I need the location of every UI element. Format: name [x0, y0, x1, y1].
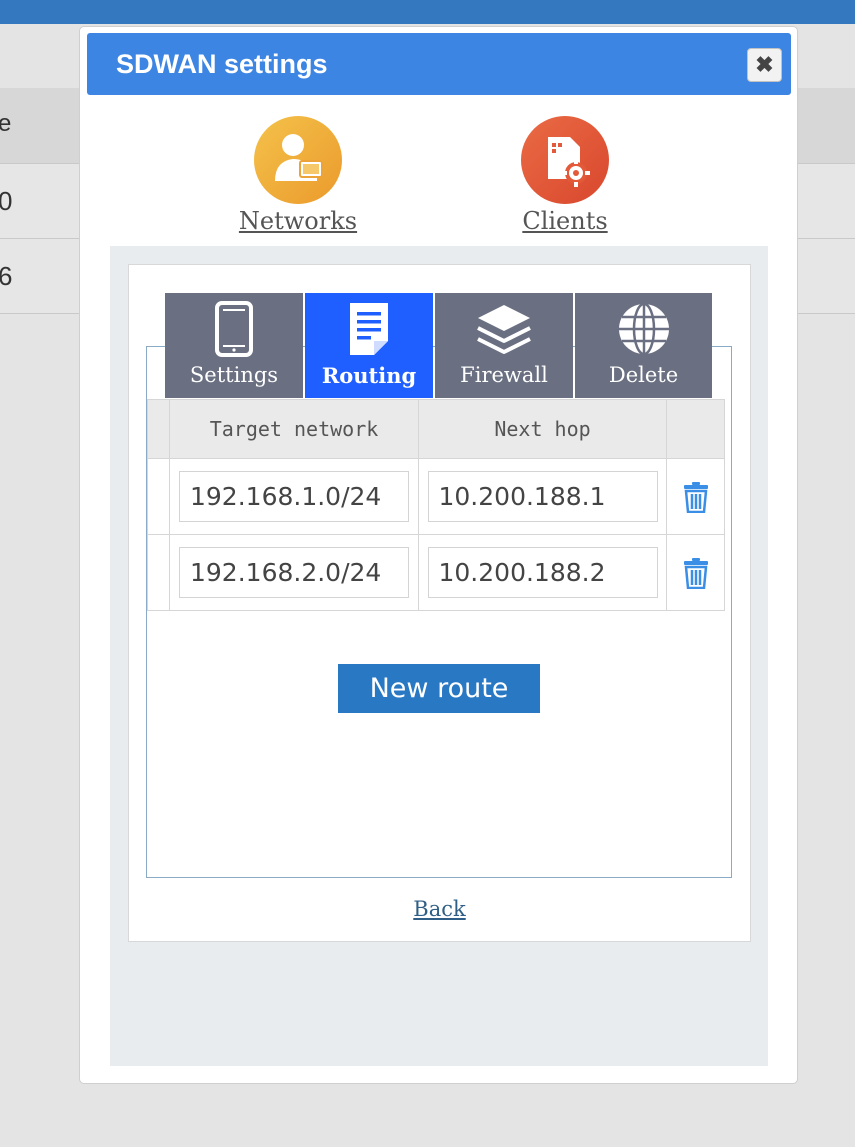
- trash-icon: [683, 557, 708, 589]
- clients-link[interactable]: Clients: [495, 115, 635, 235]
- table-header-spacer: [147, 399, 170, 459]
- table-header-row: Target network Next hop: [147, 399, 725, 459]
- dialog-title: SDWAN settings: [116, 49, 328, 79]
- table-row: [147, 534, 725, 611]
- row-spacer: [147, 534, 170, 611]
- dialog-header: SDWAN settings ✖: [87, 33, 791, 95]
- networks-label: Networks: [238, 207, 358, 235]
- new-route-button[interactable]: New route: [338, 664, 540, 713]
- top-bar: [0, 0, 855, 24]
- delete-route-button[interactable]: [667, 481, 724, 513]
- tab-routing-label: Routing: [321, 363, 417, 388]
- content-panel: Settings Routing Firewall Delete Target …: [128, 264, 751, 942]
- delete-route-button[interactable]: [667, 557, 724, 589]
- target-network-cell: [169, 534, 419, 611]
- tab-settings[interactable]: Settings: [165, 293, 303, 398]
- networks-link[interactable]: Networks: [228, 115, 368, 235]
- trash-icon: [683, 481, 708, 513]
- tab-routing[interactable]: Routing: [305, 293, 433, 398]
- tab-firewall[interactable]: Firewall: [435, 293, 573, 398]
- row-spacer: [147, 458, 170, 535]
- tab-delete-label: Delete: [608, 363, 679, 387]
- document-icon: [350, 303, 388, 355]
- phone-icon: [215, 301, 253, 357]
- tab-delete[interactable]: Delete: [575, 293, 712, 398]
- globe-icon: [618, 302, 669, 356]
- clients-icon: [520, 115, 610, 205]
- layers-icon: [477, 305, 531, 354]
- back-link-text[interactable]: Back: [413, 897, 465, 921]
- background-header-fragment: e: [0, 110, 12, 137]
- tab-settings-label: Settings: [189, 363, 279, 387]
- target-network-input[interactable]: [179, 471, 409, 522]
- delete-route-cell: [666, 458, 725, 535]
- tab-firewall-label: Firewall: [460, 363, 548, 387]
- next-hop-header: Next hop: [418, 399, 667, 459]
- next-hop-input[interactable]: [427, 547, 658, 598]
- actions-header: [666, 399, 725, 459]
- next-hop-input[interactable]: [427, 471, 658, 522]
- target-network-input[interactable]: [179, 547, 409, 598]
- networks-icon: [253, 115, 343, 205]
- delete-route-cell: [666, 534, 725, 611]
- close-icon: ✖: [755, 52, 774, 77]
- sdwan-settings-dialog: SDWAN settings ✖ Networks Clients Settin…: [79, 26, 798, 1084]
- background-cell-fragment: 6: [0, 261, 13, 291]
- routes-table: Target network Next hop: [147, 399, 725, 611]
- clients-label: Clients: [522, 207, 608, 235]
- target-network-header: Target network: [169, 399, 419, 459]
- background-cell-fragment: 0: [0, 186, 13, 216]
- next-hop-cell: [418, 534, 667, 611]
- table-row: [147, 458, 725, 535]
- back-link: Back: [129, 897, 750, 921]
- next-hop-cell: [418, 458, 667, 535]
- close-button[interactable]: ✖: [747, 48, 782, 82]
- target-network-cell: [169, 458, 419, 535]
